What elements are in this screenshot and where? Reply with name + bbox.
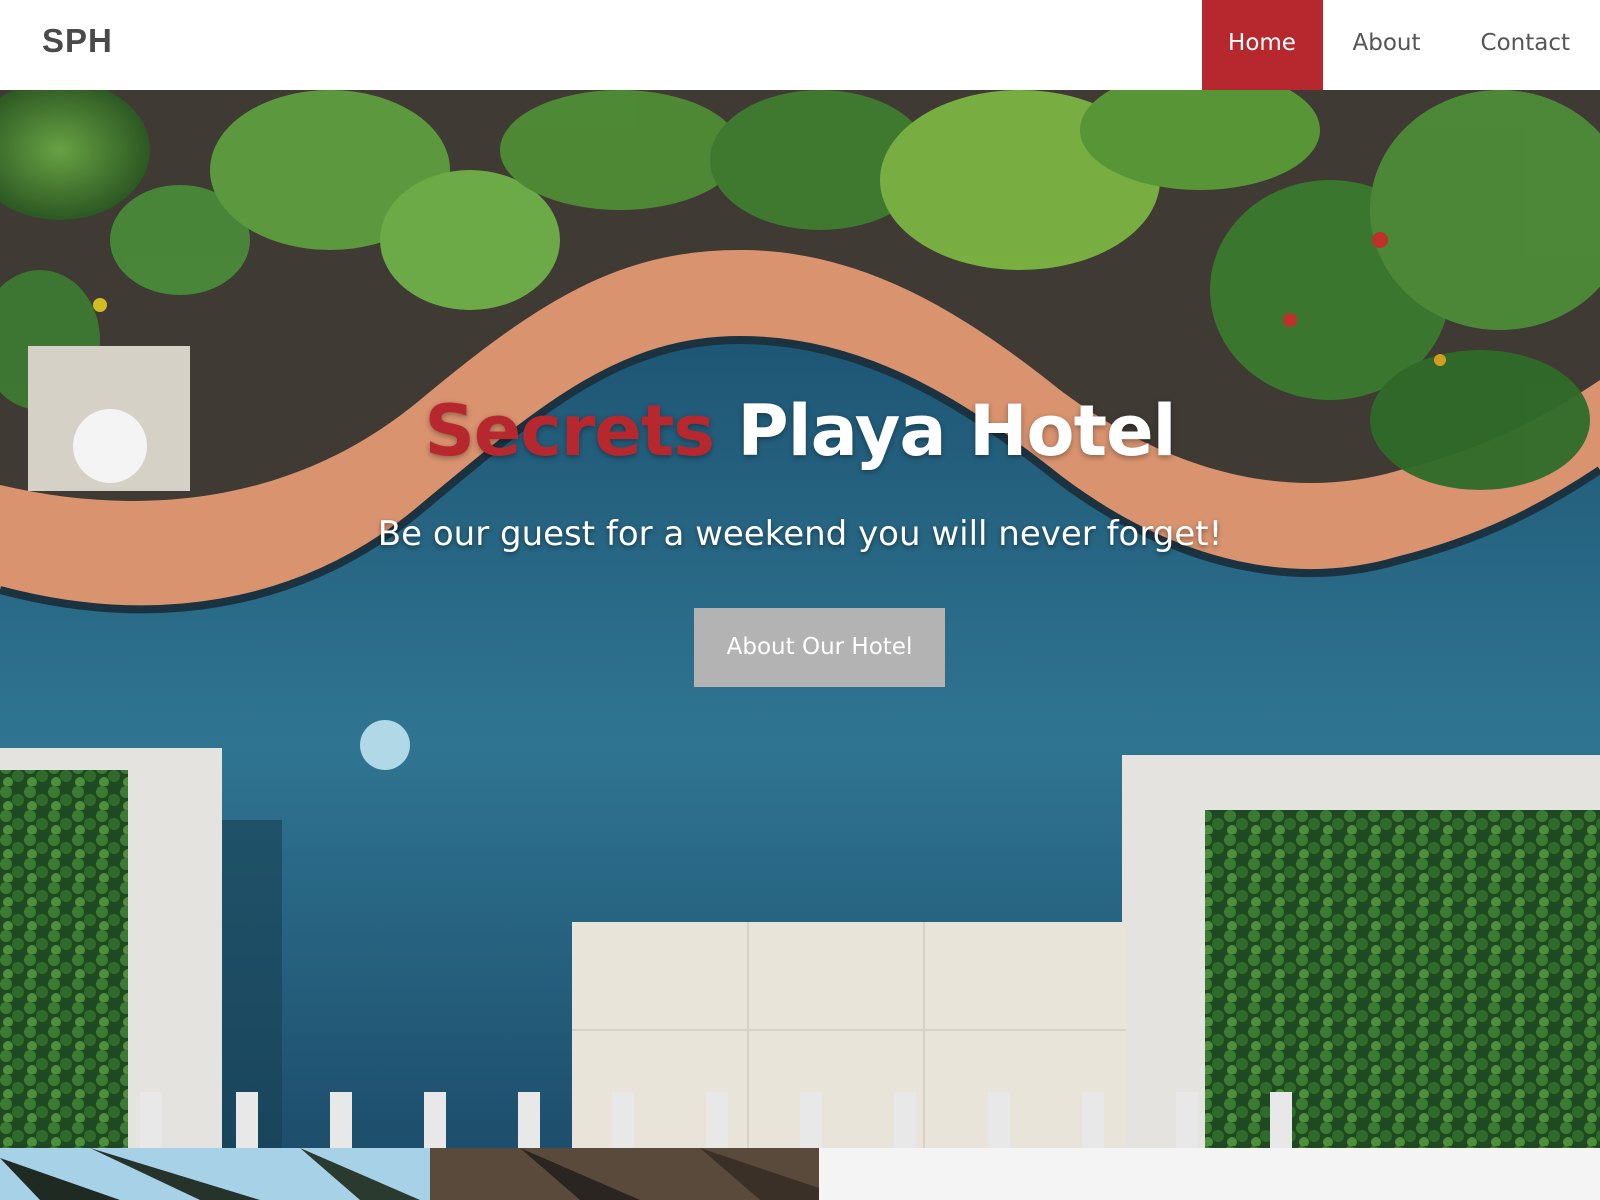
palm-image [0, 1148, 819, 1200]
navbar: SPH Home About Contact [0, 0, 1600, 90]
nav-link-home[interactable]: Home [1201, 0, 1323, 90]
nav-links: Home About Contact [1201, 0, 1600, 90]
bottom-section-image [0, 1148, 819, 1200]
about-hotel-button[interactable]: About Our Hotel [694, 608, 945, 687]
hero-title-accent: Secrets [424, 390, 715, 472]
hero-title: Secrets Playa Hotel [0, 390, 1600, 472]
nav-link-about[interactable]: About [1323, 0, 1451, 90]
bottom-section-panel [819, 1148, 1600, 1200]
hero-section: Secrets Playa Hotel Be our guest for a w… [0, 90, 1600, 1148]
nav-link-contact[interactable]: Contact [1451, 0, 1600, 90]
brand-logo[interactable]: SPH [42, 22, 113, 60]
hero-subtitle: Be our guest for a weekend you will neve… [377, 514, 1223, 554]
hero-title-rest: Playa Hotel [713, 390, 1176, 472]
hero-text-block: Secrets Playa Hotel Be our guest for a w… [0, 390, 1600, 554]
